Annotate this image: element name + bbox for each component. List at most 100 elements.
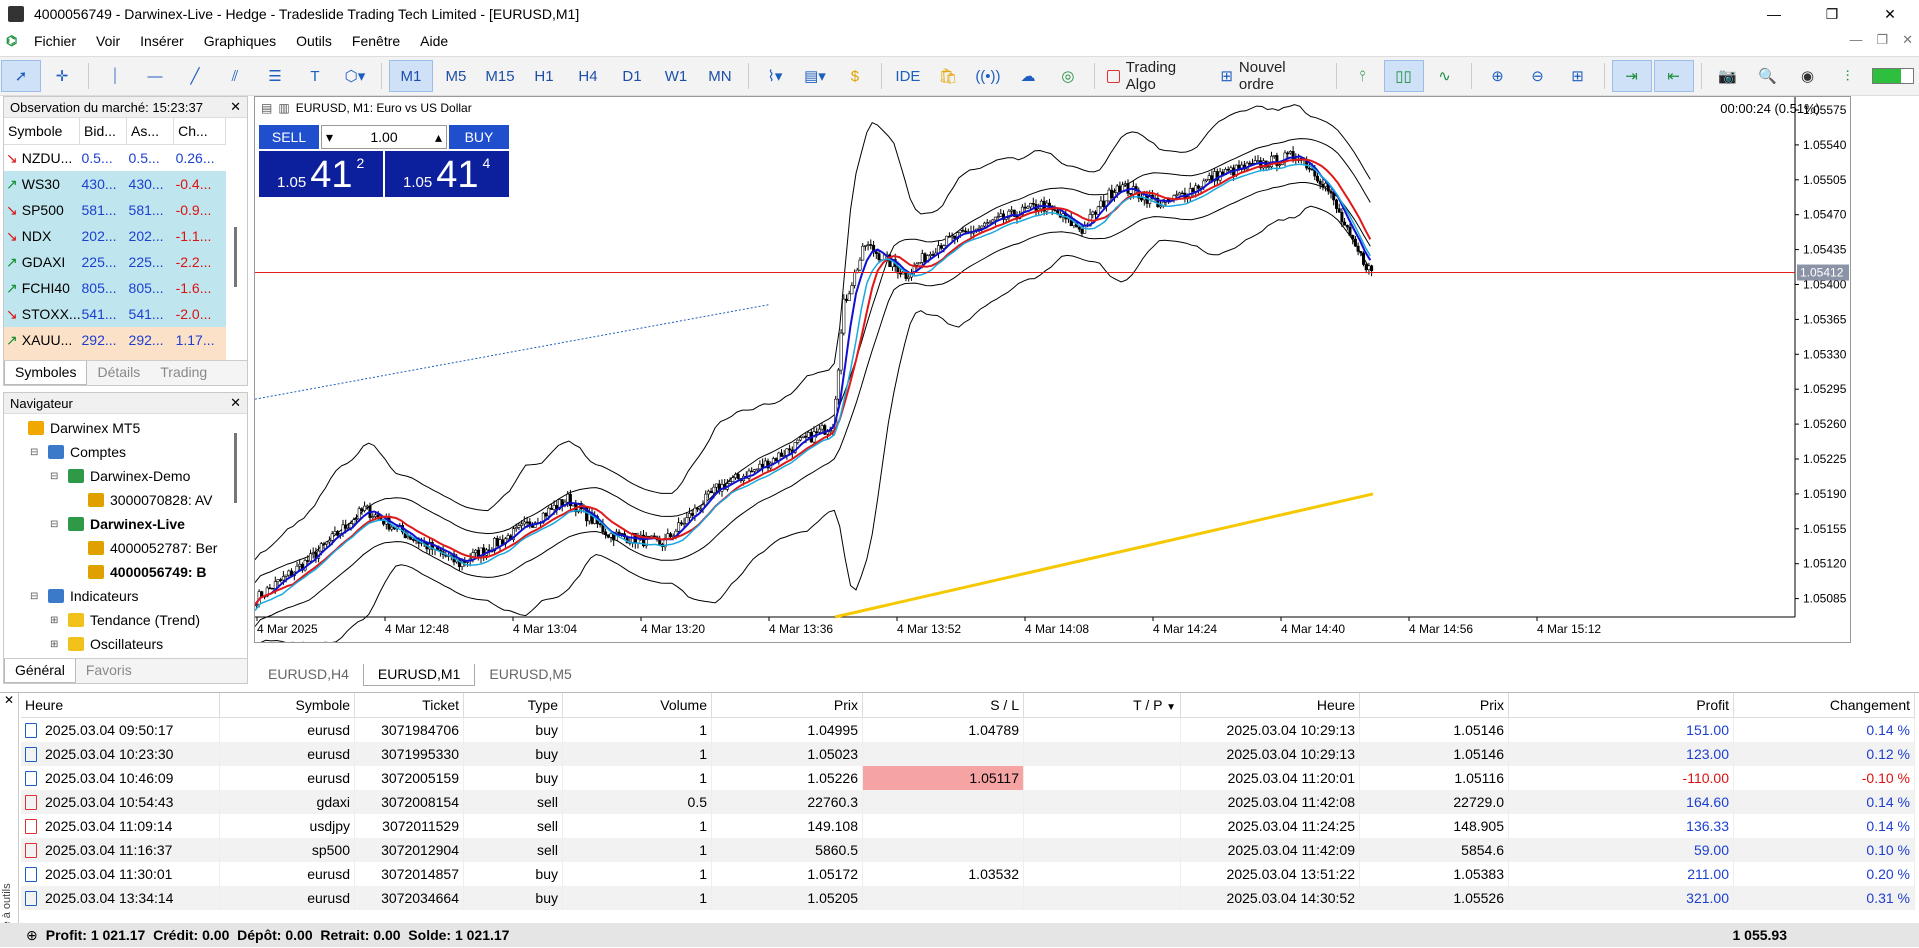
chart-tab-eurusd-h4[interactable]: EURUSD,H4: [254, 664, 363, 686]
chart-tab-eurusd-m1[interactable]: EURUSD,M1: [362, 664, 476, 686]
navigator-scrollbar[interactable]: [234, 433, 237, 503]
vps-icon[interactable]: ☁: [1009, 61, 1047, 91]
navigator-item[interactable]: ⊟ Darwinex-Live: [4, 512, 247, 536]
column-header-type[interactable]: Type: [463, 693, 563, 718]
maximize-button[interactable]: ❐: [1803, 0, 1861, 28]
history-row[interactable]: 2025.03.04 10:23:30 eurusd 3071995330 buy 1 1…: [21, 742, 1915, 766]
symbol-cell[interactable]: ↘ STOXX...: [4, 301, 80, 327]
menu-voir[interactable]: Voir: [86, 33, 130, 49]
column-header-symbol[interactable]: Symbole: [4, 118, 80, 145]
sell-price[interactable]: 1.05 41 2: [259, 151, 383, 197]
sell-button[interactable]: SELL: [259, 125, 319, 149]
copy-trading-icon[interactable]: ◎: [1049, 61, 1087, 91]
symbol-cell[interactable]: ↗ XAUU...: [4, 327, 80, 353]
menu-fenetre[interactable]: Fenêtre: [342, 33, 410, 49]
mdi-restore-button[interactable]: ❐: [1876, 32, 1888, 48]
market-watch-row[interactable]: ↘ STOXX... 541... 541... -2.0...: [4, 301, 226, 327]
market-watch-row[interactable]: ↘ NDX 202... 202... -1.1...: [4, 223, 226, 249]
signal-level-icon[interactable]: ⫶: [1828, 61, 1866, 91]
volume-value[interactable]: 1.00: [370, 129, 397, 145]
expand-icon[interactable]: ⊞: [50, 615, 62, 626]
mdi-minimize-button[interactable]: —: [1849, 32, 1862, 48]
market-watch-row[interactable]: ↗ XAUU... 292... 292... 1.17...: [4, 327, 226, 353]
chart-window[interactable]: 1.05575 1.05540 1.05505 1.05470 1.05435 1.054…: [254, 96, 1851, 643]
market-watch-row[interactable]: ↗ FCHI40 805... 805... -1.6...: [4, 275, 226, 301]
expand-icon[interactable]: ⊞: [50, 639, 62, 650]
cursor-icon[interactable]: ➚: [1, 60, 41, 92]
chart-tab-eurusd-m5[interactable]: EURUSD,M5: [475, 664, 585, 686]
menu-graphiques[interactable]: Graphiques: [194, 33, 286, 49]
templates-icon[interactable]: ▤▾: [796, 61, 834, 91]
column-header-bid[interactable]: Bid...: [79, 118, 128, 145]
signals-icon[interactable]: ((•)): [969, 61, 1007, 91]
tab-symboles[interactable]: Symboles: [4, 361, 88, 385]
tab-general[interactable]: Général: [4, 659, 76, 683]
symbol-cell[interactable]: ↗ GDAXI: [4, 249, 80, 275]
fibonacci-icon[interactable]: ☰: [256, 61, 294, 91]
timeframe-h1[interactable]: H1: [523, 61, 565, 91]
history-row[interactable]: 2025.03.04 10:46:09 eurusd 3072005159 buy 1 1…: [21, 766, 1915, 790]
column-header-symbol[interactable]: Symbole: [219, 693, 355, 718]
mdi-close-button[interactable]: ✕: [1902, 32, 1913, 48]
history-row[interactable]: 2025.03.04 13:34:14 eurusd 3072034664 buy 1 1…: [21, 886, 1915, 910]
timeframe-h4[interactable]: H4: [567, 61, 609, 91]
chart-shift-icon[interactable]: ⇤: [1653, 60, 1694, 92]
market-watch-row[interactable]: ↘ SP500 581... 581... -0.9...: [4, 197, 226, 223]
channel-icon[interactable]: ⫽: [216, 61, 254, 91]
account-icon[interactable]: ◉: [1788, 61, 1826, 91]
symbol-cell[interactable]: ↗ WS30: [4, 171, 80, 197]
navigator-item[interactable]: 3000070828: AV: [4, 488, 247, 512]
timeframe-w1[interactable]: W1: [655, 61, 697, 91]
column-header-ask[interactable]: As...: [126, 118, 175, 145]
navigator-item[interactable]: ⊟ Darwinex-Demo: [4, 464, 247, 488]
column-header-change[interactable]: Ch...: [173, 118, 226, 145]
market-icon[interactable]: $: [836, 61, 874, 91]
trendline-icon[interactable]: ╱: [176, 61, 214, 91]
history-row[interactable]: 2025.03.04 11:30:01 eurusd 3072014857 buy 1 1…: [21, 862, 1915, 886]
navigator-item[interactable]: 4000052787: Ber: [4, 536, 247, 560]
crosshair-icon[interactable]: ✛: [43, 61, 81, 91]
market-watch-row[interactable]: ↗ GDAXI 225... 225... -2.2...: [4, 249, 226, 275]
zoom-in-icon[interactable]: ⊕: [1479, 61, 1517, 91]
tab-details[interactable]: Détails: [87, 361, 150, 385]
column-header-open-time[interactable]: Heure: [21, 693, 220, 718]
market-watch-row[interactable]: ↘ NZDU... 0.5... 0.5... 0.26...: [4, 145, 226, 172]
ide-button[interactable]: IDE: [889, 61, 927, 91]
timeframe-m5[interactable]: M5: [435, 61, 477, 91]
expand-icon[interactable]: ⊕: [26, 927, 38, 944]
buy-button[interactable]: BUY: [449, 125, 509, 149]
screenshot-icon[interactable]: 📷: [1708, 61, 1746, 91]
symbol-cell[interactable]: ↘ NDX: [4, 223, 80, 249]
candlestick-icon[interactable]: ▯▯: [1383, 60, 1424, 92]
timeframe-d1[interactable]: D1: [611, 61, 653, 91]
symbol-cell[interactable]: ↘ SP500: [4, 197, 80, 223]
navigator-item[interactable]: ⊟ Comptes: [4, 440, 247, 464]
collapse-icon[interactable]: ⊟: [50, 471, 62, 482]
column-header-ticket[interactable]: Ticket: [354, 693, 464, 718]
navigator-item[interactable]: ⊞ Oscillateurs: [4, 632, 247, 656]
text-icon[interactable]: T: [296, 61, 334, 91]
search-icon[interactable]: 🔍: [1748, 61, 1786, 91]
navigator-item[interactable]: 4000056749: B: [4, 560, 247, 584]
column-header-volume[interactable]: Volume: [562, 693, 712, 718]
new-order-button[interactable]: ⊞ Nouvel ordre: [1214, 59, 1329, 93]
symbol-cell[interactable]: ↗ FCHI40: [4, 275, 80, 301]
navigator-item[interactable]: Darwinex MT5: [4, 416, 247, 440]
collapse-icon[interactable]: ⊟: [50, 519, 62, 530]
column-header-price[interactable]: Prix: [711, 693, 863, 718]
timeframe-m15[interactable]: M15: [479, 61, 521, 91]
autoscroll-icon[interactable]: ⇥: [1611, 60, 1652, 92]
close-button[interactable]: ✕: [1861, 0, 1919, 28]
collapse-icon[interactable]: ⊟: [30, 591, 42, 602]
minimize-button[interactable]: —: [1745, 0, 1803, 28]
line-chart-icon[interactable]: ∿: [1426, 61, 1464, 91]
tab-trading[interactable]: Trading: [150, 361, 217, 385]
timeframe-m1[interactable]: M1: [388, 60, 433, 92]
close-icon[interactable]: ✕: [0, 693, 18, 707]
column-header-close-price[interactable]: Prix: [1359, 693, 1509, 718]
column-header-change[interactable]: Changement: [1733, 693, 1915, 718]
chart-menu-icon[interactable]: ⌬: [6, 33, 24, 49]
vertical-line-icon[interactable]: ⏐: [96, 61, 134, 91]
shop-icon[interactable]: 🛍: [929, 61, 967, 91]
history-row[interactable]: 2025.03.04 11:09:14 usdjpy 3072011529 sell 1…: [21, 814, 1915, 838]
